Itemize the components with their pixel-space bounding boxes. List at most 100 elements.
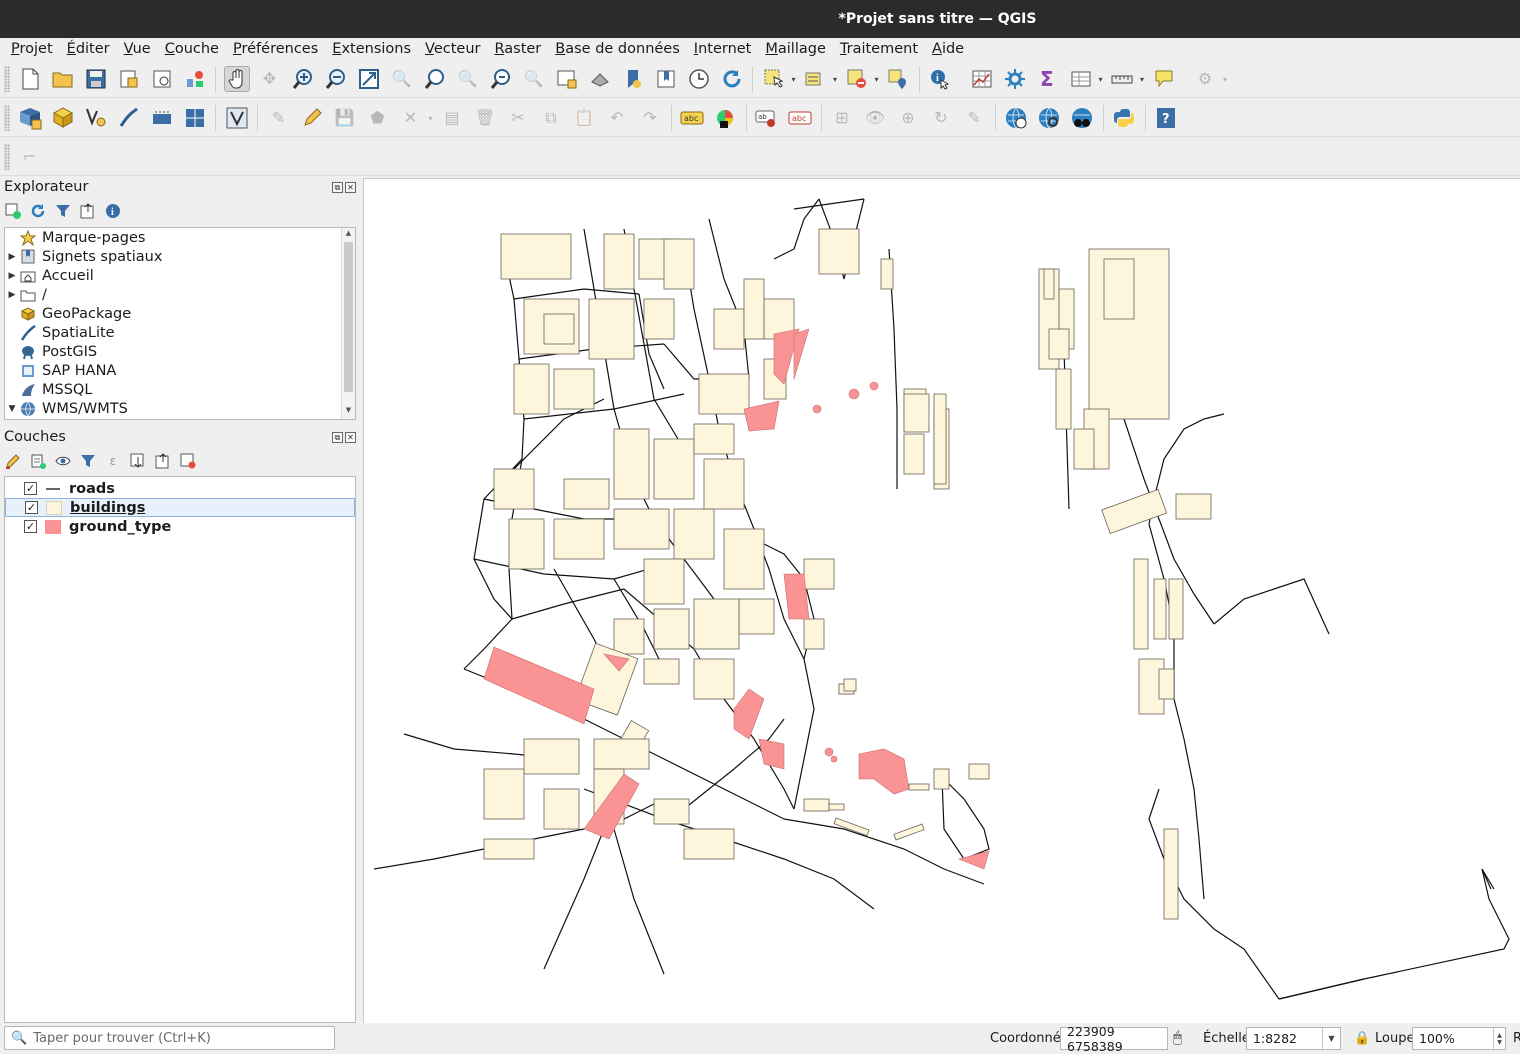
show-unplaced-labels-icon[interactable]: abc bbox=[787, 105, 813, 131]
magnifier-field[interactable]: 100% ▲ ▼ bbox=[1412, 1027, 1506, 1050]
expand-right-arrow-icon[interactable]: ▶ bbox=[5, 271, 19, 281]
georeferencer-icon[interactable]: ⌐ bbox=[17, 144, 43, 170]
save-edits-icon[interactable]: 💾 bbox=[332, 105, 358, 131]
python-console-icon[interactable] bbox=[1111, 105, 1137, 131]
menu-vue[interactable]: Vue bbox=[117, 41, 158, 57]
map-render[interactable] bbox=[364, 179, 1520, 1023]
locator-search[interactable]: 🔍 Taper pour trouver (Ctrl+K) bbox=[4, 1026, 335, 1050]
toolbar-grip[interactable] bbox=[4, 143, 10, 170]
coordinate-field[interactable]: 223909 6758389 bbox=[1060, 1024, 1168, 1054]
toggle-extents-icon[interactable]: 🖱 bbox=[1173, 1028, 1182, 1046]
scroll-down-icon[interactable]: ▼ bbox=[342, 406, 355, 418]
map-tips-icon[interactable] bbox=[1151, 66, 1177, 92]
undo-icon[interactable]: ↶ bbox=[604, 105, 630, 131]
paste-features-icon[interactable]: 📋 bbox=[571, 105, 597, 131]
new-print-layout-icon[interactable] bbox=[116, 66, 142, 92]
zoom-to-selection-icon[interactable]: 🔍 bbox=[389, 66, 415, 92]
move-label-icon[interactable]: ⊕ bbox=[895, 105, 921, 131]
lock-scale-icon[interactable]: 🔒 bbox=[1354, 1031, 1370, 1046]
pan-map-icon[interactable] bbox=[223, 65, 250, 92]
zoom-native-icon[interactable]: 🔍 bbox=[455, 66, 481, 92]
browser-item-mssql[interactable]: MSSQL bbox=[5, 380, 355, 399]
layer-item-roads[interactable]: ✓ roads bbox=[5, 479, 355, 498]
add-selected-layers-icon[interactable] bbox=[4, 202, 22, 220]
float-panel-icon[interactable]: ⧉ bbox=[332, 181, 343, 193]
help-icon[interactable]: ? bbox=[1153, 105, 1179, 131]
layers-tree[interactable]: ✓ roads ✓ buildings ✓ ground_type bbox=[4, 476, 356, 1023]
menu-préférences[interactable]: Préférences bbox=[226, 41, 325, 57]
float-panel-icon[interactable]: ⧉ bbox=[332, 431, 343, 443]
zoom-out-icon[interactable] bbox=[323, 66, 349, 92]
scrollbar-thumb[interactable] bbox=[344, 242, 353, 392]
new-temporary-layer-icon[interactable] bbox=[182, 105, 208, 131]
browser-item-sap-hana[interactable]: SAP HANA bbox=[5, 361, 355, 380]
add-polygon-icon[interactable]: ⬟ bbox=[365, 105, 391, 131]
browser-item-signets-spatiaux[interactable]: ▶ Signets spatiaux bbox=[5, 247, 355, 266]
change-label-icon[interactable]: ✎ bbox=[961, 105, 987, 131]
properties-widget-icon[interactable]: i bbox=[104, 202, 122, 220]
wms-search-icon[interactable] bbox=[1036, 105, 1062, 131]
new-shapefile-layer-icon[interactable] bbox=[83, 105, 109, 131]
layer-diagram-options-icon[interactable] bbox=[712, 105, 738, 131]
menu-base-de-données[interactable]: Base de données bbox=[548, 41, 687, 57]
menu-éditer[interactable]: Éditer bbox=[60, 41, 117, 57]
close-panel-icon[interactable]: ✕ bbox=[345, 431, 356, 443]
scroll-up-icon[interactable]: ▲ bbox=[342, 229, 355, 241]
search-input[interactable]: Taper pour trouver (Ctrl+K) bbox=[33, 1031, 211, 1046]
new-3d-map-view-icon[interactable] bbox=[587, 66, 613, 92]
show-hide-labels-icon[interactable]: 👁 bbox=[862, 105, 888, 131]
quickmapservices-icon[interactable] bbox=[1069, 105, 1095, 131]
metasearch-icon[interactable] bbox=[1003, 105, 1029, 131]
locator-settings-icon[interactable]: ⚙ ▾ bbox=[1192, 66, 1227, 92]
new-spatialite-layer-icon[interactable] bbox=[116, 105, 142, 131]
digitize-with-segment-icon[interactable] bbox=[224, 105, 250, 131]
new-map-view-icon[interactable] bbox=[554, 66, 580, 92]
menu-traitement[interactable]: Traitement bbox=[833, 41, 925, 57]
zoom-in-icon[interactable] bbox=[290, 66, 316, 92]
layout-manager-icon[interactable] bbox=[149, 66, 175, 92]
data-source-manager-icon[interactable] bbox=[17, 105, 43, 131]
select-features-icon[interactable]: ▾ bbox=[761, 66, 796, 92]
new-virtual-layer-icon[interactable] bbox=[149, 105, 175, 131]
pin-labels-icon[interactable]: ⊞ bbox=[829, 105, 855, 131]
layer-labeling-options-icon[interactable]: abc bbox=[679, 105, 705, 131]
highlight-pinned-labels-icon[interactable]: ab bbox=[754, 105, 780, 131]
redo-icon[interactable]: ↷ bbox=[637, 105, 663, 131]
map-canvas[interactable] bbox=[363, 178, 1520, 1023]
open-project-icon[interactable] bbox=[50, 66, 76, 92]
measure-line-icon[interactable]: ▾ bbox=[1109, 66, 1144, 92]
menu-raster[interactable]: Raster bbox=[487, 41, 548, 57]
style-panel-icon[interactable] bbox=[4, 452, 22, 470]
chevron-down-icon[interactable]: ▼ bbox=[1322, 1028, 1340, 1049]
menu-couche[interactable]: Couche bbox=[158, 41, 226, 57]
menu-maillage[interactable]: Maillage bbox=[758, 41, 833, 57]
scale-combo[interactable]: 1:8282 ▼ bbox=[1246, 1027, 1341, 1050]
browser-item-spatialite[interactable]: SpatiaLite bbox=[5, 323, 355, 342]
browser-item-accueil[interactable]: ▶ Accueil bbox=[5, 266, 355, 285]
expand-right-arrow-icon[interactable]: ▶ bbox=[5, 290, 19, 300]
zoom-to-layer-icon[interactable] bbox=[422, 66, 448, 92]
browser-tree[interactable]: Marque-pages ▶ Signets spatiaux ▶ Accueil ▶ / G… bbox=[4, 227, 356, 420]
filter-legend-icon[interactable] bbox=[79, 452, 97, 470]
browser-item-geopackage[interactable]: GeoPackage bbox=[5, 304, 355, 323]
modify-attributes-icon[interactable]: ▤ bbox=[439, 105, 465, 131]
toggle-editing-icon[interactable] bbox=[299, 105, 325, 131]
layer-visibility-checkbox[interactable]: ✓ bbox=[24, 520, 37, 533]
menu-vecteur[interactable]: Vecteur bbox=[418, 41, 487, 57]
layer-visibility-checkbox[interactable]: ✓ bbox=[25, 501, 38, 514]
rotate-label-icon[interactable]: ↻ bbox=[928, 105, 954, 131]
new-bookmark-icon[interactable] bbox=[620, 66, 646, 92]
layer-item-buildings[interactable]: ✓ buildings bbox=[5, 498, 355, 517]
layer-visibility-checkbox[interactable]: ✓ bbox=[24, 482, 37, 495]
expand-right-arrow-icon[interactable]: ▶ bbox=[5, 252, 19, 262]
statistical-summary-icon[interactable]: Σ bbox=[1035, 66, 1061, 92]
browser-item-[interactable]: ▶ / bbox=[5, 285, 355, 304]
menu-projet[interactable]: Projet bbox=[4, 41, 60, 57]
browser-item-wms-wmts[interactable]: ▼ WMS/WMTS bbox=[5, 399, 355, 418]
remove-layer-icon[interactable] bbox=[179, 452, 197, 470]
refresh-browser-icon[interactable] bbox=[29, 202, 47, 220]
browser-item-marque-pages[interactable]: Marque-pages bbox=[5, 228, 355, 247]
collapse-all-icon[interactable] bbox=[154, 452, 172, 470]
show-bookmarks-icon[interactable] bbox=[653, 66, 679, 92]
zoom-last-icon[interactable] bbox=[488, 66, 514, 92]
